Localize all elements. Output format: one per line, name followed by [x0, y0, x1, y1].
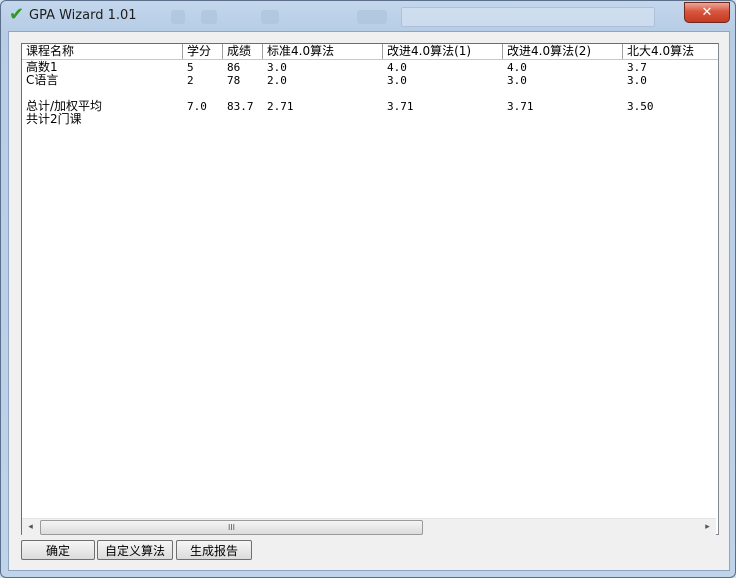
cell-improved-40-2: 3.0: [507, 74, 527, 87]
cell-course-name: C语言: [26, 73, 59, 87]
column-header-pku-40[interactable]: 北大4.0算法: [623, 44, 718, 59]
table-row[interactable]: C语言 2 78 2.0 3.0 3.0 3.0: [22, 73, 718, 88]
custom-algorithm-button[interactable]: 自定义算法: [97, 540, 173, 560]
table-row[interactable]: 高数1 5 86 3.0 4.0 4.0 3.7: [22, 61, 718, 75]
column-header-course-name[interactable]: 课程名称: [22, 44, 183, 59]
client-area: 课程名称 学分 成绩 标准4.0算法 改进4.0算法(1) 改进4.0算法(2)…: [8, 31, 730, 571]
scrollbar-thumb[interactable]: III: [40, 520, 423, 535]
column-header-score[interactable]: 成绩: [223, 44, 263, 59]
checkmark-icon: ✔: [9, 4, 25, 25]
table-row[interactable]: [22, 87, 718, 100]
scroll-right-arrow-icon[interactable]: ▸: [699, 519, 716, 535]
table-header: 课程名称 学分 成绩 标准4.0算法 改进4.0算法(1) 改进4.0算法(2)…: [22, 44, 718, 60]
scroll-left-arrow-icon[interactable]: ◂: [22, 519, 39, 535]
cell-improved-40-1: 3.71: [387, 100, 414, 113]
cell-pku-40: 3.0: [627, 74, 647, 87]
cell-improved-40-2: 3.71: [507, 100, 534, 113]
cell-credits: 7.0: [187, 100, 207, 113]
window-title: GPA Wizard 1.01: [29, 8, 137, 23]
cell-standard-40: 3.0: [267, 61, 287, 74]
horizontal-scrollbar[interactable]: ◂ III ▸: [22, 518, 716, 535]
title-bar[interactable]: ✔ GPA Wizard 1.01 ✕: [1, 1, 735, 31]
app-window: ✔ GPA Wizard 1.01 ✕ 课程名称 学分 成绩 标准4.0算法 改…: [0, 0, 736, 578]
cell-course-name: 共计2门课: [26, 112, 82, 126]
column-header-improved-40-1[interactable]: 改进4.0算法(1): [383, 44, 503, 59]
blurred-background-toolbar: [161, 5, 661, 27]
cell-credits: 5: [187, 61, 194, 74]
column-header-credits[interactable]: 学分: [183, 44, 223, 59]
gpa-table[interactable]: 课程名称 学分 成绩 标准4.0算法 改进4.0算法(1) 改进4.0算法(2)…: [21, 43, 719, 535]
generate-report-button[interactable]: 生成报告: [176, 540, 252, 560]
table-row-count[interactable]: 共计2门课: [22, 113, 718, 126]
cell-credits: 2: [187, 74, 194, 87]
cell-improved-40-2: 4.0: [507, 61, 527, 74]
cell-pku-40: 3.50: [627, 100, 654, 113]
ok-button[interactable]: 确定: [21, 540, 95, 560]
column-header-improved-40-2[interactable]: 改进4.0算法(2): [503, 44, 623, 59]
column-header-standard-40[interactable]: 标准4.0算法: [263, 44, 383, 59]
cell-score: 83.7: [227, 100, 254, 113]
close-button[interactable]: ✕: [684, 2, 730, 23]
cell-standard-40: 2.0: [267, 74, 287, 87]
cell-improved-40-1: 4.0: [387, 61, 407, 74]
cell-standard-40: 2.71: [267, 100, 294, 113]
cell-improved-40-1: 3.0: [387, 74, 407, 87]
cell-score: 78: [227, 74, 241, 87]
cell-score: 86: [227, 61, 241, 74]
table-row-total[interactable]: 总计/加权平均 7.0 83.7 2.71 3.71 3.71 3.50: [22, 100, 718, 114]
cell-pku-40: 3.7: [627, 61, 647, 74]
